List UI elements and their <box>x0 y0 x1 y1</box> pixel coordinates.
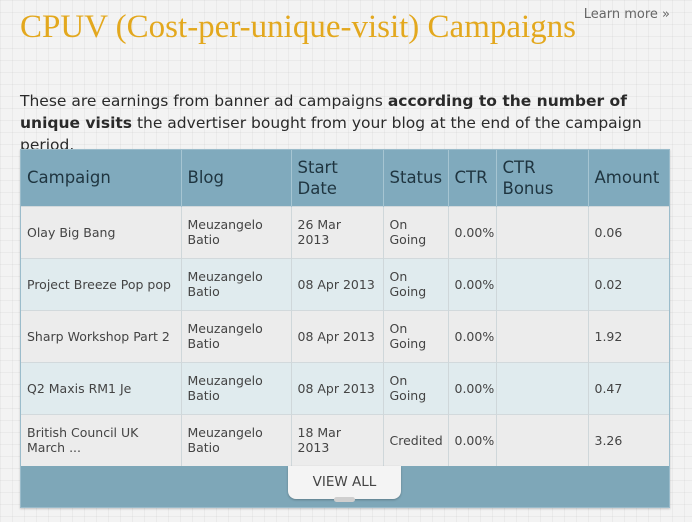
cell-status: On Going <box>383 361 449 414</box>
cell-blog: Meuzangelo Batio <box>181 309 292 362</box>
cell-amount: 0.47 <box>588 361 669 414</box>
cell-start-date: 08 Apr 2013 <box>291 309 384 362</box>
cell-ctr-bonus <box>496 361 589 414</box>
cell-ctr: 0.00% <box>448 309 497 362</box>
cell-ctr-bonus <box>496 309 589 362</box>
cell-ctr: 0.00% <box>448 257 497 310</box>
cell-ctr: 0.00% <box>448 361 497 414</box>
column-header-campaign[interactable]: Campaign <box>21 150 182 206</box>
cell-start-date: 08 Apr 2013 <box>291 361 384 414</box>
page-title: CPUV (Cost-per-unique-visit) Campaigns <box>20 9 577 45</box>
cell-status: On Going <box>383 257 449 310</box>
table-row: Sharp Workshop Part 2 Meuzangelo Batio 0… <box>21 309 669 362</box>
cell-campaign: Project Breeze Pop pop <box>21 257 182 310</box>
cell-status: Credited <box>383 413 449 466</box>
column-header-amount[interactable]: Amount <box>588 150 669 206</box>
column-header-ctr-bonus[interactable]: CTR Bonus <box>496 150 589 206</box>
column-header-ctr[interactable]: CTR <box>448 150 497 206</box>
table-header-row: Campaign Blog Start Date Status CTR CTR … <box>21 150 669 206</box>
column-header-blog[interactable]: Blog <box>181 150 292 206</box>
table-row: Q2 Maxis RM1 Je Meuzangelo Batio 08 Apr … <box>21 361 669 414</box>
cell-campaign: British Council UK March ... <box>21 413 182 466</box>
cell-amount: 3.26 <box>588 413 669 466</box>
intro-text: These are earnings from banner ad campai… <box>20 90 680 156</box>
cell-blog: Meuzangelo Batio <box>181 413 292 466</box>
column-header-status[interactable]: Status <box>383 150 449 206</box>
grip-handle-icon <box>334 497 355 502</box>
table-row: Project Breeze Pop pop Meuzangelo Batio … <box>21 257 669 310</box>
cell-blog: Meuzangelo Batio <box>181 205 292 258</box>
cell-campaign: Q2 Maxis RM1 Je <box>21 361 182 414</box>
cell-start-date: 26 Mar 2013 <box>291 205 384 258</box>
cell-amount: 0.02 <box>588 257 669 310</box>
cell-ctr-bonus <box>496 205 589 258</box>
cell-blog: Meuzangelo Batio <box>181 257 292 310</box>
learn-more-link[interactable]: Learn more » <box>584 7 670 22</box>
cell-campaign: Olay Big Bang <box>21 205 182 258</box>
campaigns-table-panel: Campaign Blog Start Date Status CTR CTR … <box>20 149 670 508</box>
cell-blog: Meuzangelo Batio <box>181 361 292 414</box>
intro-text-start: These are earnings from banner ad campai… <box>20 92 388 110</box>
cell-start-date: 08 Apr 2013 <box>291 257 384 310</box>
cell-ctr-bonus <box>496 413 589 466</box>
cell-start-date: 18 Mar 2013 <box>291 413 384 466</box>
view-all-label: VIEW ALL <box>312 474 377 490</box>
cell-status: On Going <box>383 205 449 258</box>
cell-ctr: 0.00% <box>448 413 497 466</box>
cell-ctr: 0.00% <box>448 205 497 258</box>
cell-campaign: Sharp Workshop Part 2 <box>21 309 182 362</box>
column-header-start-date[interactable]: Start Date <box>291 150 384 206</box>
cell-ctr-bonus <box>496 257 589 310</box>
view-all-button[interactable]: VIEW ALL <box>288 466 401 502</box>
table-row: British Council UK March ... Meuzangelo … <box>21 413 669 466</box>
campaigns-table: Campaign Blog Start Date Status CTR CTR … <box>21 150 669 466</box>
table-row: Olay Big Bang Meuzangelo Batio 26 Mar 20… <box>21 205 669 258</box>
cell-amount: 1.92 <box>588 309 669 362</box>
cell-amount: 0.06 <box>588 205 669 258</box>
cell-status: On Going <box>383 309 449 362</box>
